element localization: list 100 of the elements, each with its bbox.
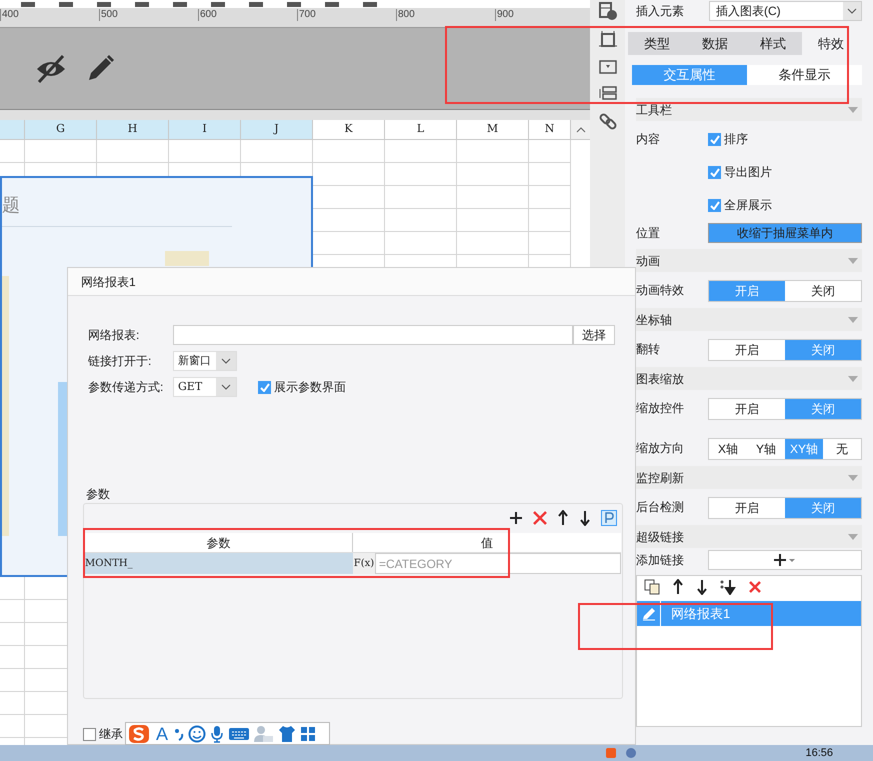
subtab[interactable]: 条件显示 [747, 65, 862, 85]
checkbox[interactable] [708, 198, 721, 212]
ruler-label: 500 [99, 9, 118, 21]
section-header[interactable]: 动画 [636, 249, 862, 272]
toolbar-icon[interactable] [210, 2, 226, 8]
toolbar-icon[interactable] [58, 2, 74, 8]
caret-icon[interactable] [847, 8, 857, 14]
checkbox-label: 导出图片 [724, 164, 772, 181]
select-field[interactable]: 新窗口 [173, 351, 237, 371]
stacked-frames-icon[interactable] [598, 85, 616, 101]
tab[interactable]: 样式 [744, 32, 802, 55]
toolbar-icon[interactable] [248, 2, 264, 8]
section-header[interactable]: 监控刷新 [636, 466, 862, 489]
checkbox[interactable] [708, 166, 721, 178]
field-label: 参数传递方式: [88, 379, 164, 396]
check-icon [710, 200, 720, 210]
group-label: 参数 [86, 487, 110, 501]
tab[interactable]: 类型 [628, 32, 686, 55]
field-label: 动画特效 [636, 282, 685, 299]
toolbar-icon[interactable] [134, 2, 150, 8]
report-field[interactable] [173, 325, 573, 345]
caret-icon[interactable] [221, 384, 231, 390]
column-header[interactable]: I [169, 120, 241, 139]
checkbox[interactable] [83, 728, 96, 740]
tab[interactable]: 数据 [686, 32, 744, 55]
shirt-icon[interactable] [278, 724, 296, 742]
dialog-title: 网络报表1 [81, 274, 136, 290]
choose-button[interactable]: 选择 [573, 325, 615, 345]
column-header[interactable]: H [97, 120, 169, 139]
toolbar-icon[interactable] [286, 2, 302, 8]
keyboard-icon[interactable] [228, 726, 250, 740]
chart-bar [165, 251, 209, 266]
ruler-label: 600 [198, 9, 217, 21]
down-arrow-icon[interactable] [579, 510, 591, 526]
check-icon [710, 134, 720, 144]
plus-caret-icon [774, 553, 796, 567]
insert-dropdown[interactable]: 插入图表(C) [709, 1, 862, 21]
field-label: 添加链接 [636, 552, 685, 569]
link-icon[interactable] [598, 112, 616, 130]
field-label: 链接打开于: [88, 353, 152, 370]
field-label: 位置 [636, 225, 661, 242]
smiley-icon[interactable] [188, 724, 206, 742]
section-header[interactable]: 超级链接 [636, 525, 862, 548]
caret-icon[interactable] [221, 358, 231, 364]
toolbar-icon[interactable] [172, 2, 188, 8]
table-info-icon[interactable] [598, 2, 616, 20]
font-button[interactable]: A [154, 724, 170, 744]
delete-icon[interactable] [533, 511, 547, 525]
down-arrow-icon[interactable] [696, 579, 708, 595]
crop-frame-icon[interactable] [598, 31, 616, 49]
scroll-up-icon[interactable] [576, 126, 586, 132]
checkbox-label: 全屏展示 [724, 197, 772, 214]
up-arrow-icon[interactable] [557, 510, 569, 526]
toolbar-icon[interactable] [324, 2, 340, 8]
field-label: 缩放控件 [636, 400, 685, 417]
column-header[interactable]: G [25, 120, 97, 139]
column-header: 值 [480, 534, 494, 552]
report-title: 题 [2, 194, 20, 217]
pencil-icon[interactable] [642, 606, 656, 620]
parameter-icon[interactable] [601, 510, 617, 526]
field-label: 插入元素 [636, 3, 685, 20]
checkbox-label: 继承 [99, 726, 123, 743]
close-icon[interactable] [748, 580, 762, 594]
move-bottom-icon[interactable] [720, 579, 736, 595]
section-header[interactable]: 工具栏 [636, 98, 862, 121]
logo-icon[interactable] [128, 724, 150, 744]
field-label: 翻转 [636, 341, 661, 358]
copy-icon[interactable] [644, 579, 660, 595]
ruler-label: 800 [396, 9, 415, 21]
field-label: 缩放方向 [636, 440, 685, 457]
section-header[interactable]: 坐标轴 [636, 308, 862, 331]
dropdown-box-icon[interactable] [598, 60, 616, 74]
value-field[interactable]: =CATEGORY [375, 553, 621, 574]
clock-time: 16:56 [805, 746, 833, 760]
check-icon [710, 168, 720, 176]
checkbox-label: 展示参数界面 [274, 379, 346, 396]
checkbox[interactable] [708, 132, 721, 146]
section-header[interactable]: 图表缩放 [636, 367, 862, 390]
field-label: 后台检测 [636, 499, 685, 516]
column-header[interactable]: J [241, 120, 313, 139]
position-button[interactable]: 收缩于抽屉菜单内 [708, 223, 862, 243]
toolbar-icon[interactable] [96, 2, 112, 8]
checkbox-label: 排序 [724, 131, 748, 148]
formula-button[interactable]: F(x) [353, 553, 375, 574]
microphone-icon[interactable] [210, 724, 224, 742]
up-arrow-icon[interactable] [672, 579, 684, 595]
toolbar-icon[interactable] [362, 2, 378, 8]
select-field[interactable]: GET [173, 377, 237, 397]
checkbox[interactable] [258, 380, 271, 394]
add-icon[interactable] [509, 511, 523, 525]
ruler-label: 900 [495, 9, 514, 21]
ruler-label: 400 [0, 9, 19, 21]
toolbar-icon[interactable] [20, 2, 36, 8]
field-label: 网络报表: [88, 327, 140, 344]
field-label: 内容 [636, 131, 661, 148]
grid-icon[interactable] [300, 726, 316, 742]
eye-slash-icon[interactable] [35, 54, 67, 82]
ruler-label: 700 [297, 9, 316, 21]
table-cell[interactable]: MONTH_ [85, 553, 353, 574]
check-icon [260, 382, 270, 392]
